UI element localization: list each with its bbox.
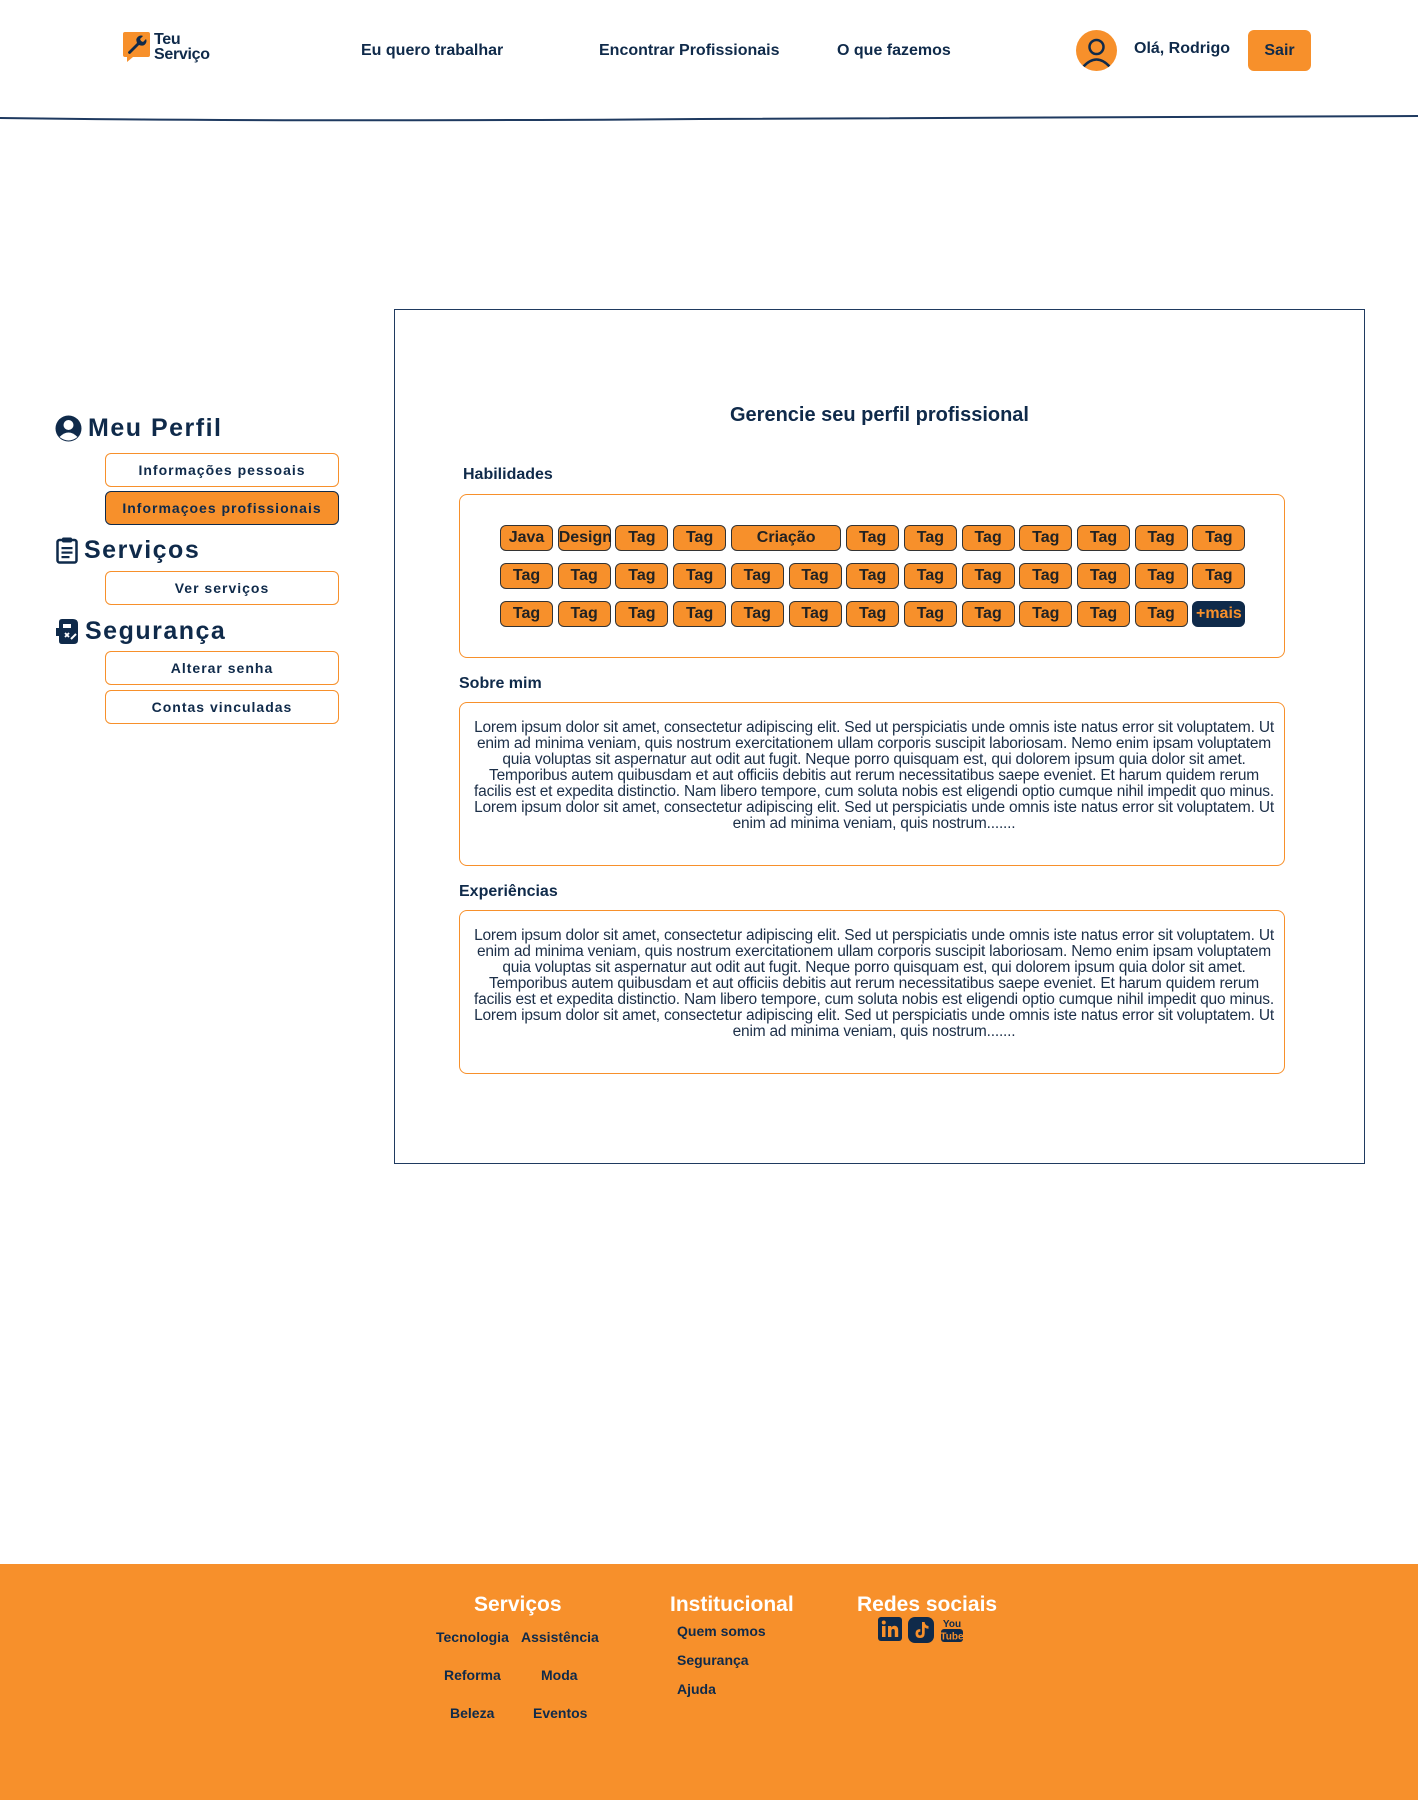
footer-link-ajuda[interactable]: Ajuda xyxy=(677,1681,716,1697)
footer-institutional-title: Institucional xyxy=(670,1593,794,1616)
tiktok-icon[interactable] xyxy=(908,1617,934,1648)
youtube-icon-text-bottom: Tube xyxy=(940,1632,964,1643)
skill-tag[interactable]: Tag xyxy=(1077,601,1130,627)
footer-link-moda[interactable]: Moda xyxy=(541,1667,578,1683)
page-title: Gerencie seu perfil profissional xyxy=(730,404,1029,426)
footer-services-title: Serviços xyxy=(474,1593,562,1616)
user-icon xyxy=(1082,38,1111,68)
skill-tag[interactable]: Tag xyxy=(500,563,553,589)
sidebar-section-title: Serviços xyxy=(84,536,201,564)
logo-text-line2: Serviço xyxy=(154,46,210,63)
professional-profile-panel: Gerencie seu perfil profissional Habilid… xyxy=(394,309,1365,1164)
footer-social-title: Redes sociais xyxy=(857,1593,998,1616)
header-divider xyxy=(0,115,1418,122)
skill-tag[interactable]: Tag xyxy=(557,563,611,589)
footer-link-quem-somos[interactable]: Quem somos xyxy=(677,1623,766,1639)
skill-tag[interactable]: Tag xyxy=(1192,525,1246,551)
logo-text-line1: Teu xyxy=(154,31,181,48)
skill-tag[interactable]: Tag xyxy=(730,563,784,589)
skill-tag[interactable]: Tag xyxy=(673,525,727,551)
skill-tag[interactable]: Tag xyxy=(903,601,957,627)
skill-tag[interactable]: Tag xyxy=(1134,601,1188,627)
social-links: You Tube xyxy=(878,1617,964,1648)
sidebar-section-servicos: Serviços xyxy=(56,536,200,565)
youtube-icon-text-top: You xyxy=(943,1619,961,1630)
about-text: Lorem ipsum dolor sit amet, consectetur … xyxy=(474,719,1274,832)
footer-link-seguranca[interactable]: Segurança xyxy=(677,1652,749,1668)
footer-link-beleza[interactable]: Beleza xyxy=(450,1705,494,1721)
skill-tag[interactable]: Criação xyxy=(730,525,842,551)
skill-tag[interactable]: Tag xyxy=(615,525,669,551)
skill-tag[interactable]: Tag xyxy=(1192,563,1246,589)
skill-tag[interactable]: Tag xyxy=(1019,601,1073,627)
youtube-icon[interactable]: You Tube xyxy=(940,1617,964,1648)
sidebar-section-seguranca: Segurança xyxy=(56,617,226,646)
skill-tag[interactable]: Tag xyxy=(673,601,727,627)
skill-tag[interactable]: Tag xyxy=(846,525,900,551)
footer-link-tecnologia[interactable]: Tecnologia xyxy=(436,1629,509,1645)
footer-link-eventos[interactable]: Eventos xyxy=(533,1705,587,1721)
footer: Serviços Tecnologia Assistência Reforma … xyxy=(0,1564,1418,1800)
linkedin-icon[interactable] xyxy=(878,1617,902,1648)
skill-tag[interactable]: Tag xyxy=(730,601,784,627)
skill-tag[interactable]: Tag xyxy=(961,563,1015,589)
skill-tag[interactable]: Tag xyxy=(1077,563,1130,589)
skill-tag[interactable]: Tag xyxy=(1019,563,1073,589)
skill-tag[interactable]: Tag xyxy=(846,601,900,627)
avatar[interactable] xyxy=(1076,30,1117,71)
nav-link-o-que-fazemos[interactable]: O que fazemos xyxy=(837,42,951,60)
wrench-chat-logo-icon xyxy=(123,32,150,62)
clipboard-icon xyxy=(56,537,78,564)
skill-tag[interactable]: Java xyxy=(500,525,553,551)
about-box[interactable]: Lorem ipsum dolor sit amet, consectetur … xyxy=(459,702,1285,866)
skill-tag[interactable]: Tag xyxy=(615,601,669,627)
nav-link-eu-quero-trabalhar[interactable]: Eu quero trabalhar xyxy=(361,42,503,60)
nav-link-encontrar-profissionais[interactable]: Encontrar Profissionais xyxy=(599,42,780,60)
sidebar-section-title: Meu Perfil xyxy=(88,414,223,442)
skill-tag[interactable]: Tag xyxy=(1077,525,1130,551)
skill-tag[interactable]: Tag xyxy=(1134,563,1188,589)
experience-box[interactable]: Lorem ipsum dolor sit amet, consectetur … xyxy=(459,910,1285,1074)
logo[interactable]: Teu Serviço xyxy=(122,31,210,63)
skill-tag[interactable]: Tag xyxy=(846,563,900,589)
skill-tag[interactable]: Tag xyxy=(673,563,727,589)
skill-tag[interactable]: Tag xyxy=(961,525,1015,551)
skill-tag[interactable]: Tag xyxy=(1134,525,1188,551)
sidebar-item-informacoes-profissionais[interactable]: Informaçoes profissionais xyxy=(105,491,339,525)
user-circle-icon xyxy=(55,415,82,442)
skill-tag[interactable]: Tag xyxy=(788,563,842,589)
security-icon xyxy=(56,619,78,644)
skills-box: Java Design Tag Tag Criação Tag Tag Tag Tag Tag Ta… xyxy=(459,494,1285,658)
sidebar-section-title: Segurança xyxy=(85,617,227,645)
logout-button[interactable]: Sair xyxy=(1248,30,1311,71)
user-greeting: Olá, Rodrigo xyxy=(1134,40,1230,57)
skill-tag[interactable]: Tag xyxy=(961,601,1015,627)
sidebar-item-ver-servicos[interactable]: Ver serviços xyxy=(105,571,339,605)
experience-label: Experiências xyxy=(459,883,558,900)
skill-tag[interactable]: Design xyxy=(557,525,612,551)
skill-tag[interactable]: Tag xyxy=(788,601,842,627)
skill-tag[interactable]: Tag xyxy=(903,563,957,589)
skills-label: Habilidades xyxy=(463,466,553,483)
more-skills-button[interactable]: +mais xyxy=(1192,601,1246,627)
sidebar-item-informacoes-pessoais[interactable]: Informações pessoais xyxy=(105,453,339,487)
skill-tag[interactable]: Tag xyxy=(615,563,669,589)
sidebar-section-meu-perfil: Meu Perfil xyxy=(55,414,222,443)
skill-tag[interactable]: Tag xyxy=(500,601,553,627)
skill-tag[interactable]: Tag xyxy=(557,601,611,627)
skill-tag[interactable]: Tag xyxy=(903,525,957,551)
footer-link-assistencia[interactable]: Assistência xyxy=(521,1629,599,1645)
skill-tag[interactable]: Tag xyxy=(1019,525,1073,551)
footer-link-reforma[interactable]: Reforma xyxy=(444,1667,501,1683)
experience-text: Lorem ipsum dolor sit amet, consectetur … xyxy=(474,927,1274,1040)
about-label: Sobre mim xyxy=(459,675,542,692)
sidebar-item-contas-vinculadas[interactable]: Contas vinculadas xyxy=(105,690,339,724)
sidebar-item-alterar-senha[interactable]: Alterar senha xyxy=(105,651,339,685)
